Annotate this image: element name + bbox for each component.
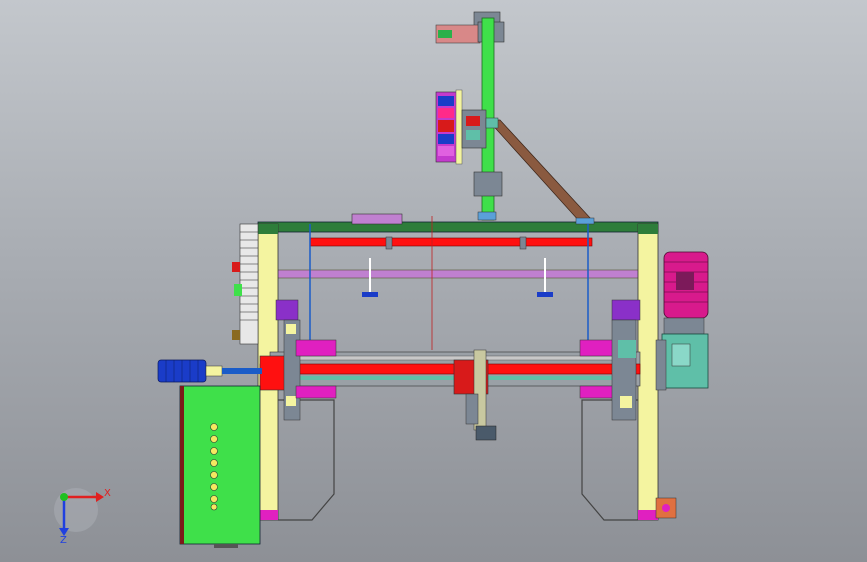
main-red-shaft bbox=[259, 363, 641, 375]
right-upright bbox=[637, 223, 659, 521]
motor-gearbox bbox=[655, 251, 709, 519]
coordinate-triad: X Z bbox=[54, 488, 111, 546]
x-axis-label: X bbox=[104, 488, 111, 499]
electrical-cabinet bbox=[179, 385, 261, 548]
upper-red-shaft bbox=[309, 237, 593, 247]
lower-legs bbox=[278, 399, 638, 521]
machine-drawing: X Z bbox=[54, 11, 709, 548]
main-shaft-assembly bbox=[259, 299, 641, 441]
z-axis-label: Z bbox=[60, 535, 67, 546]
purple-crossbeam bbox=[275, 269, 641, 279]
cad-viewport[interactable]: X Z bbox=[0, 0, 867, 562]
top-clamp bbox=[351, 213, 403, 225]
blue-cylinder bbox=[157, 359, 262, 383]
upper-mast-assembly bbox=[435, 11, 593, 223]
top-beam bbox=[257, 221, 659, 233]
diagonal-strut bbox=[487, 119, 593, 223]
